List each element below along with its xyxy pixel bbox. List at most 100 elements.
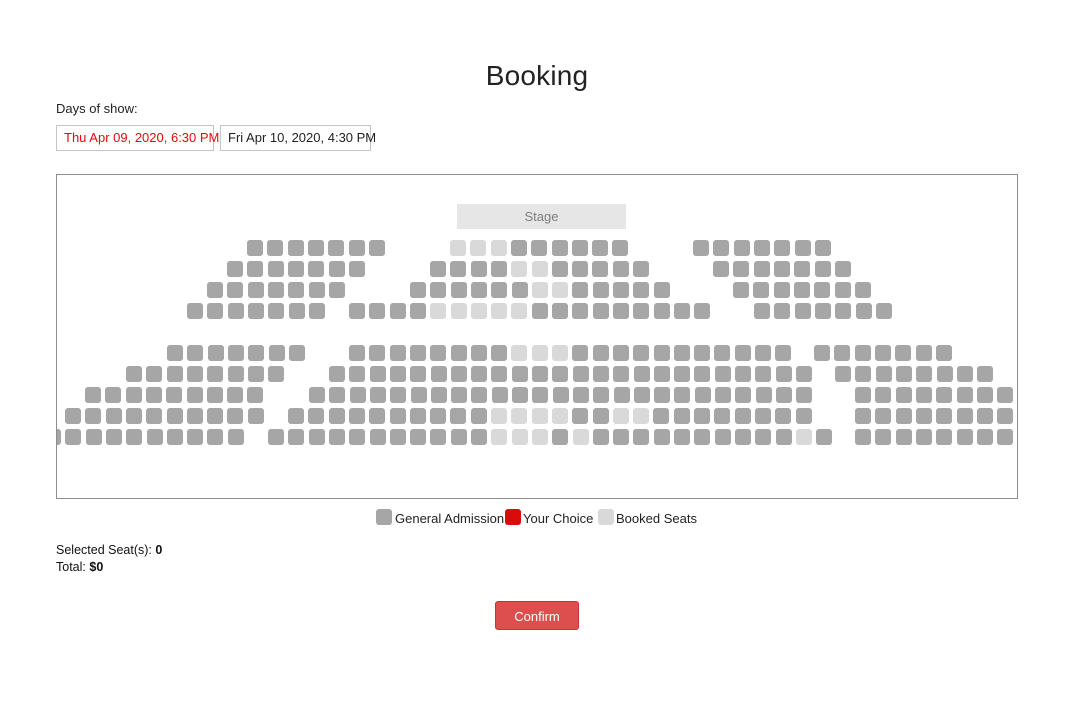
seat[interactable] xyxy=(612,345,629,361)
seat[interactable] xyxy=(775,366,792,382)
seat[interactable] xyxy=(288,303,305,319)
seat[interactable] xyxy=(85,408,102,424)
seat[interactable] xyxy=(287,261,304,277)
seat[interactable] xyxy=(308,303,325,319)
seat[interactable] xyxy=(936,429,953,445)
seat[interactable] xyxy=(105,429,122,445)
seat[interactable] xyxy=(834,261,851,277)
seat[interactable] xyxy=(612,240,629,256)
seat[interactable] xyxy=(349,387,366,403)
seat[interactable] xyxy=(875,429,892,445)
seat[interactable] xyxy=(1017,408,1018,424)
seat[interactable] xyxy=(572,366,589,382)
seat[interactable] xyxy=(491,366,508,382)
seat[interactable] xyxy=(773,282,790,298)
confirm-button[interactable]: Confirm xyxy=(495,601,579,630)
seat[interactable] xyxy=(207,366,224,382)
seat[interactable] xyxy=(308,282,325,298)
seat[interactable] xyxy=(450,366,467,382)
seat[interactable] xyxy=(592,282,609,298)
seat[interactable] xyxy=(288,345,305,361)
seat[interactable] xyxy=(895,387,912,403)
seat[interactable] xyxy=(936,387,953,403)
seat[interactable] xyxy=(613,429,630,445)
seat[interactable] xyxy=(146,429,163,445)
seat[interactable] xyxy=(735,387,752,403)
seat[interactable] xyxy=(753,282,770,298)
seat[interactable] xyxy=(125,387,142,403)
seat[interactable] xyxy=(774,240,791,256)
seat[interactable] xyxy=(855,387,871,403)
seat[interactable] xyxy=(793,282,810,298)
seat[interactable] xyxy=(470,261,487,277)
seat[interactable] xyxy=(471,366,488,382)
seat[interactable] xyxy=(288,429,305,445)
seat[interactable] xyxy=(755,429,772,445)
seat[interactable] xyxy=(915,429,932,445)
seat[interactable] xyxy=(814,282,831,298)
seat[interactable] xyxy=(653,345,670,361)
seat[interactable] xyxy=(674,429,690,445)
seat[interactable] xyxy=(409,408,426,424)
seat[interactable] xyxy=(874,345,891,361)
seat[interactable] xyxy=(1017,429,1018,445)
seat[interactable] xyxy=(734,408,751,424)
seat[interactable] xyxy=(85,387,101,403)
seat[interactable] xyxy=(936,408,953,424)
seat[interactable] xyxy=(895,429,912,445)
seat[interactable] xyxy=(348,240,365,256)
seat[interactable] xyxy=(753,240,770,256)
seat[interactable] xyxy=(816,429,833,445)
seat[interactable] xyxy=(531,240,548,256)
seat[interactable] xyxy=(471,387,488,403)
seat[interactable] xyxy=(85,429,102,445)
seat[interactable] xyxy=(633,429,650,445)
seat[interactable] xyxy=(450,345,467,361)
seat[interactable] xyxy=(227,366,244,382)
seat[interactable] xyxy=(1017,387,1018,403)
seat[interactable] xyxy=(854,345,871,361)
seat[interactable] xyxy=(409,303,426,319)
seat[interactable] xyxy=(592,429,609,445)
seat[interactable] xyxy=(368,240,385,256)
seat[interactable] xyxy=(935,345,952,361)
seat[interactable] xyxy=(348,408,365,424)
seat[interactable] xyxy=(855,429,871,445)
seat[interactable] xyxy=(755,366,772,382)
seat[interactable] xyxy=(227,429,244,445)
seat[interactable] xyxy=(653,366,670,382)
seat[interactable] xyxy=(875,366,892,382)
seat[interactable] xyxy=(328,408,345,424)
seat[interactable] xyxy=(532,366,548,382)
seat[interactable] xyxy=(997,429,1014,445)
seat[interactable] xyxy=(410,366,427,382)
seat[interactable] xyxy=(531,303,548,319)
seat[interactable] xyxy=(247,240,263,256)
seat[interactable] xyxy=(775,429,792,445)
seat[interactable] xyxy=(613,387,630,403)
seat[interactable] xyxy=(430,408,447,424)
seat[interactable] xyxy=(834,282,851,298)
seat[interactable] xyxy=(268,429,284,445)
seat[interactable] xyxy=(207,303,224,319)
seat[interactable] xyxy=(572,261,589,277)
seat[interactable] xyxy=(308,429,325,445)
seat[interactable] xyxy=(410,282,426,298)
seat[interactable] xyxy=(754,408,771,424)
seat[interactable] xyxy=(613,366,630,382)
seat[interactable] xyxy=(694,408,710,424)
seat[interactable] xyxy=(977,366,994,382)
seat[interactable] xyxy=(673,408,690,424)
seat[interactable] xyxy=(674,366,691,382)
seat[interactable] xyxy=(369,408,386,424)
seat[interactable] xyxy=(227,408,244,424)
seat[interactable] xyxy=(166,387,183,403)
seat[interactable] xyxy=(510,240,527,256)
seat[interactable] xyxy=(714,408,731,424)
seat[interactable] xyxy=(450,261,467,277)
seat[interactable] xyxy=(713,240,730,256)
seat[interactable] xyxy=(409,345,426,361)
seat[interactable] xyxy=(694,345,711,361)
seat[interactable] xyxy=(674,387,691,403)
seat[interactable] xyxy=(956,366,973,382)
